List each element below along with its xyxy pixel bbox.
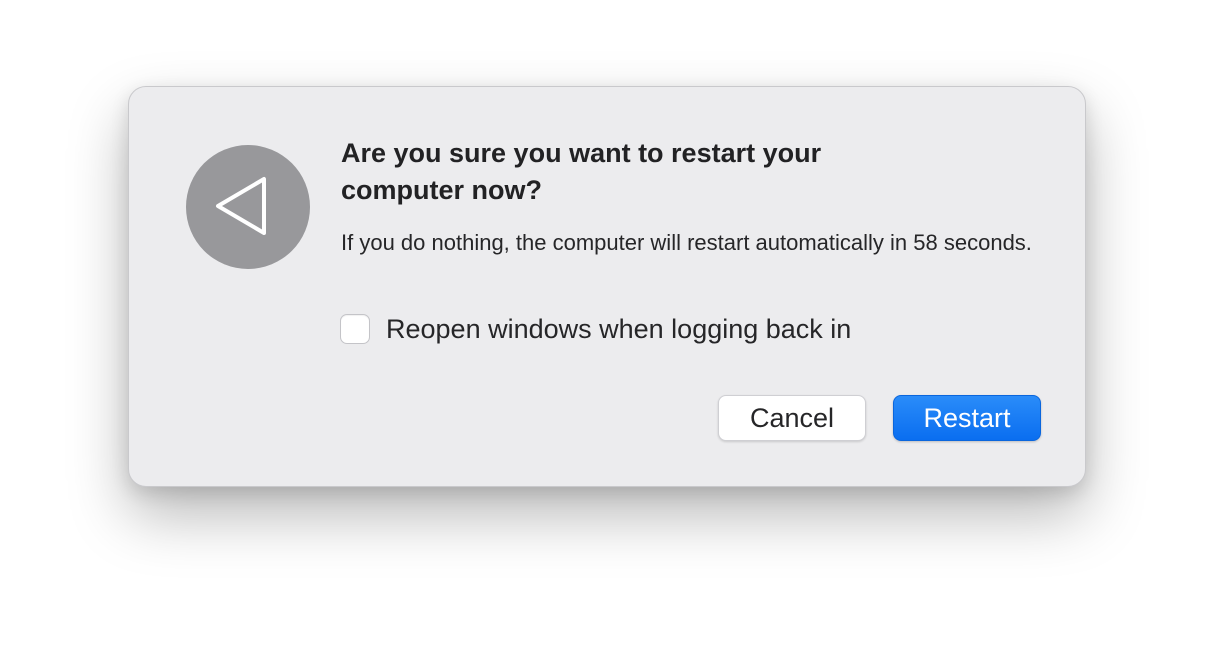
restart-button[interactable]: Restart: [893, 395, 1041, 441]
dialog-message: If you do nothing, the computer will res…: [341, 230, 1032, 255]
reopen-windows-label[interactable]: Reopen windows when logging back in: [386, 314, 851, 345]
restart-triangle-icon: [186, 145, 310, 269]
reopen-windows-option[interactable]: Reopen windows when logging back in: [340, 313, 851, 345]
dialog-title: Are you sure you want to restart your co…: [341, 138, 822, 205]
restart-dialog: Are you sure you want to restart your co…: [128, 86, 1086, 487]
reopen-windows-checkbox[interactable]: [340, 314, 370, 344]
cancel-button[interactable]: Cancel: [718, 395, 866, 441]
